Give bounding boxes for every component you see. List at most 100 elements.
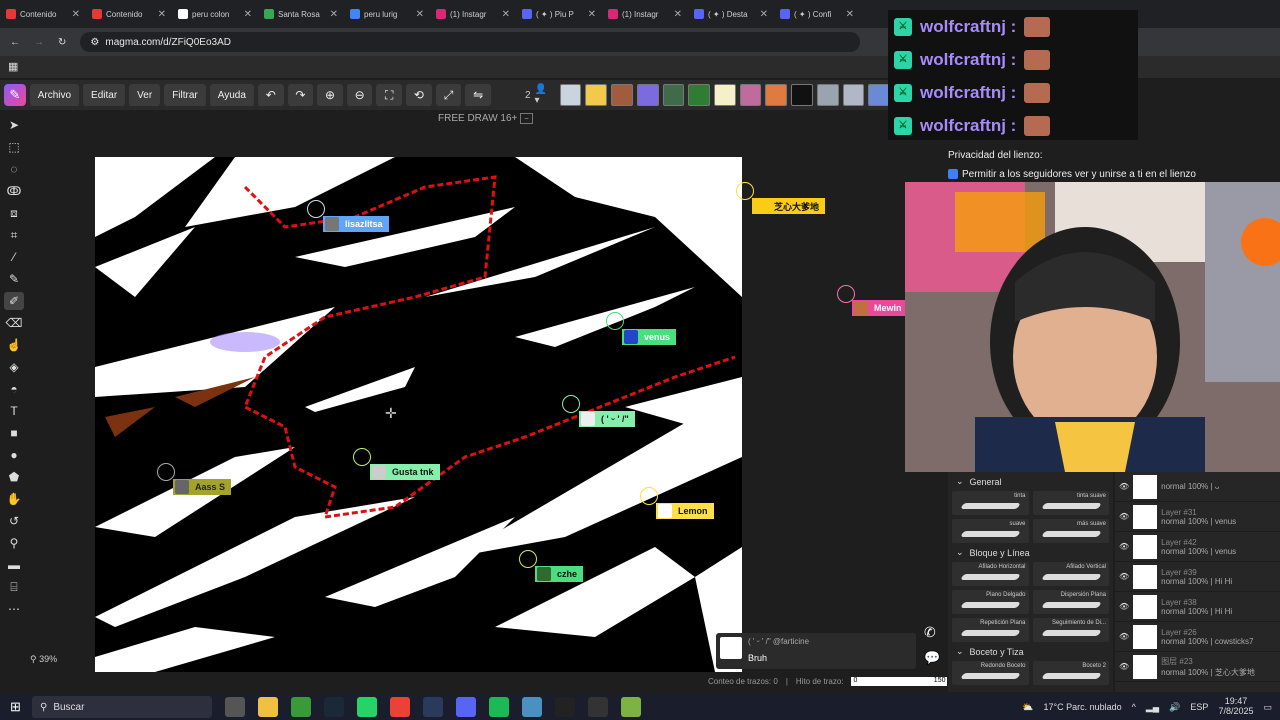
ellipse-select-icon[interactable]: ◌ [4, 160, 24, 178]
brush-section-header[interactable]: ⌄ General [948, 472, 1113, 491]
tray-overflow-icon[interactable]: ^ [1132, 702, 1136, 712]
obs-icon[interactable] [588, 697, 608, 717]
avatar[interactable] [662, 84, 685, 106]
comment-icon[interactable]: ▬ [4, 556, 24, 574]
hand-icon[interactable]: ✋ [4, 490, 24, 508]
eye-icon[interactable]: 👁 [1119, 602, 1129, 611]
layer-row[interactable]: 👁 Layer #31 normal 100% | venus [1115, 502, 1280, 532]
task-view-icon[interactable] [225, 697, 245, 717]
brush-preset[interactable]: suave [952, 519, 1029, 543]
weather-icon[interactable]: ⛅ [1022, 702, 1033, 713]
back-icon[interactable]: ← [10, 37, 20, 48]
brush-preset[interactable]: tinta [952, 491, 1029, 515]
site-info-icon[interactable]: ⚙ [90, 37, 99, 48]
brush-preset[interactable]: más suave [1032, 519, 1109, 543]
brush-preset[interactable]: Afilado Vertical [1032, 562, 1109, 586]
menu-archivo[interactable]: Archivo [29, 84, 80, 106]
brush-section-header[interactable]: ⌄ Bloque y Línea [948, 543, 1113, 562]
browser-tab[interactable]: (1) Instagr ✕ [430, 0, 516, 28]
transform-icon[interactable]: ⧈ [4, 204, 24, 222]
chat-icon[interactable]: 💬 [924, 650, 940, 666]
menu-filtrar[interactable]: Filtrar [164, 84, 206, 106]
browser-tab[interactable]: peru colon ✕ [172, 0, 258, 28]
timelapse-icon[interactable]: ⌸ [4, 578, 24, 596]
brush-preset[interactable]: Redondo Boceto [952, 661, 1029, 685]
avatar[interactable] [791, 84, 813, 106]
layer-row[interactable]: 👁 Layer #42 normal 100% | venus [1115, 532, 1280, 562]
pencil-icon[interactable]: ✎ [4, 270, 24, 288]
privacy-checkbox-row[interactable]: Permitir a los seguidores ver y unirse a… [948, 169, 1278, 180]
text-tool-icon[interactable]: T [4, 402, 24, 420]
brush-preset[interactable]: Plano Delgado [952, 590, 1029, 614]
file-explorer-icon[interactable] [258, 697, 278, 717]
move-tool-icon[interactable]: ➤ [4, 116, 24, 134]
browser-tab[interactable]: ( ✦ ) Confi ✕ [774, 0, 860, 28]
eye-icon[interactable]: 👁 [1119, 632, 1129, 641]
avatar[interactable] [585, 84, 608, 106]
whatsapp-icon[interactable] [357, 697, 377, 717]
terminal-icon[interactable] [555, 697, 575, 717]
avatar[interactable] [816, 84, 839, 106]
apps-grid-icon[interactable]: ▦ [8, 60, 18, 73]
reload-icon[interactable]: ↻ [58, 37, 66, 48]
chrome-icon[interactable] [390, 697, 410, 717]
layer-row[interactable]: 👁 normal 100% | ᴗ [1115, 472, 1280, 502]
layer-row[interactable]: 👁 Layer #26 normal 100% | cowsticks7 [1115, 622, 1280, 652]
avatar[interactable] [765, 84, 788, 106]
app-icon[interactable] [621, 697, 641, 717]
brush-section-header[interactable]: ⌄ Boceto y Tiza [948, 642, 1113, 661]
shape-icon[interactable]: ⬟ [4, 468, 24, 486]
app-icon[interactable] [522, 697, 542, 717]
eye-icon[interactable]: 👁 [1119, 512, 1129, 521]
brush-icon[interactable]: ✐ [4, 292, 24, 310]
brush-preset[interactable]: tinta suave [1032, 491, 1109, 515]
rect-select-icon[interactable]: ⬚ [4, 138, 24, 156]
layer-row[interactable]: 👁 Layer #39 normal 100% | Hi Hi [1115, 562, 1280, 592]
avatar[interactable] [739, 84, 762, 106]
magma-logo-icon[interactable]: ✎ [4, 84, 26, 106]
undo-icon[interactable]: ↶ [257, 84, 284, 106]
network-icon[interactable]: ▂▄ [1146, 702, 1159, 713]
clock[interactable]: 19:47 7/8/2025 [1218, 696, 1253, 717]
menu-ver[interactable]: Ver [129, 84, 161, 106]
close-tab-icon[interactable]: ✕ [158, 9, 166, 20]
canvas-mode-label[interactable]: FREE DRAW 16+ − [438, 113, 533, 124]
avatar[interactable] [842, 84, 865, 106]
browser-tab[interactable]: Contenido ✕ [86, 0, 172, 28]
url-field[interactable]: ⚙ magma.com/d/ZFiQ0Eo3AD [80, 32, 861, 52]
taskbar-search[interactable]: ⚲ Buscar [32, 696, 212, 718]
fit-screen-icon[interactable]: ⛶ [376, 84, 403, 106]
avatar[interactable] [611, 84, 633, 106]
close-tab-icon[interactable]: ✕ [330, 9, 338, 20]
spotify-icon[interactable] [489, 697, 509, 717]
fill-icon[interactable]: ◈ [4, 358, 24, 376]
rotate-view-icon[interactable]: ↺ [4, 512, 24, 530]
layer-row[interactable]: 👁 Layer #38 normal 100% | Hi Hi [1115, 592, 1280, 622]
close-tab-icon[interactable]: ✕ [846, 9, 854, 20]
steam-icon[interactable] [324, 697, 344, 717]
close-tab-icon[interactable]: ✕ [760, 9, 768, 20]
zoom-tool-icon[interactable]: ⚲ [4, 534, 24, 552]
avatar[interactable] [559, 84, 582, 106]
users-icon[interactable]: 👤▾ [535, 84, 552, 106]
close-tab-icon[interactable]: ✕ [674, 9, 682, 20]
minecraft-icon[interactable] [291, 697, 311, 717]
smudge-icon[interactable]: ☝ [4, 336, 24, 354]
discord-icon[interactable] [456, 697, 476, 717]
browser-tab[interactable]: Santa Rosa ✕ [258, 0, 344, 28]
browser-tab[interactable]: ( ✦ ) Piu P ✕ [516, 0, 602, 28]
avatar[interactable] [714, 84, 736, 106]
zoom-in-icon[interactable]: ⊕ [317, 84, 343, 106]
close-tab-icon[interactable]: ✕ [416, 9, 424, 20]
browser-tab[interactable]: Contenido ✕ [0, 0, 86, 28]
gradient-icon[interactable]: ◓ [4, 380, 24, 398]
menu-editar[interactable]: Editar [83, 84, 126, 106]
rotate-icon[interactable]: ⟲ [406, 84, 432, 106]
eraser-icon[interactable]: ⌫ [4, 314, 24, 332]
redo-icon[interactable]: ↷ [287, 84, 314, 106]
crop-icon[interactable]: ⌗ [4, 226, 24, 244]
browser-tab[interactable]: ( ✦ ) Desta ✕ [688, 0, 774, 28]
forward-icon[interactable]: → [34, 37, 44, 48]
notifications-icon[interactable]: ▭ [1263, 702, 1272, 713]
lasso-icon[interactable]: ↂ [4, 182, 24, 200]
